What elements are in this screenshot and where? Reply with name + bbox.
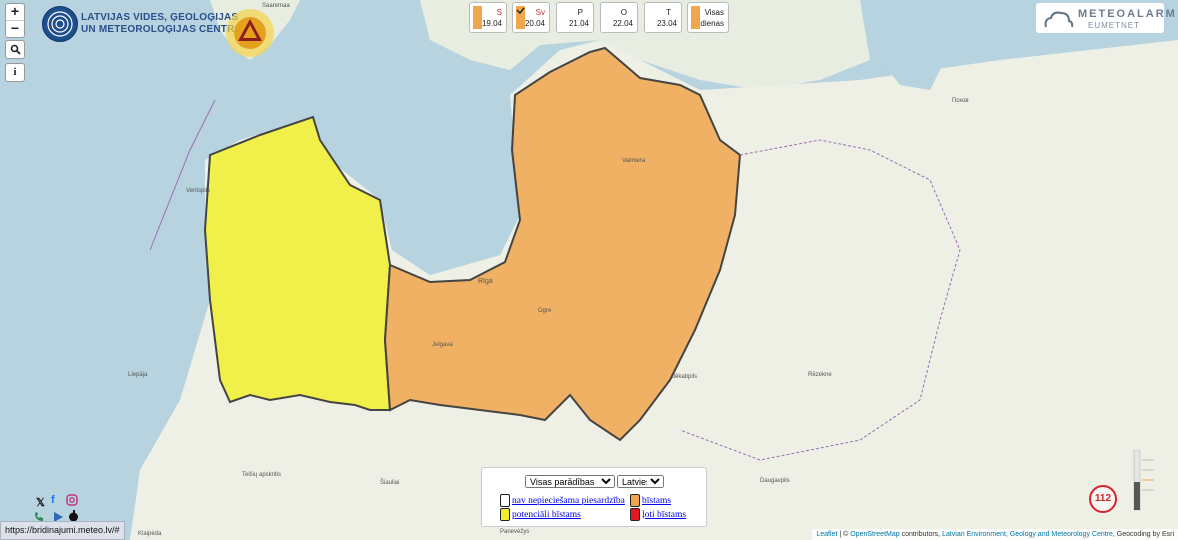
map-label-valmiera: Valmiera bbox=[622, 158, 646, 164]
map-label-jekabpils: Jēkabpils bbox=[672, 374, 698, 380]
instagram-icon[interactable] bbox=[66, 494, 78, 509]
day-button-1[interactable]: S 19.04 bbox=[469, 2, 507, 33]
legend-item-potential[interactable]: potenciāli bīstams bbox=[500, 508, 581, 521]
map-label-ventspils: Ventspils bbox=[186, 188, 211, 194]
osm-link[interactable]: OpenStreetMap bbox=[850, 531, 899, 538]
legend-link-none[interactable]: nav nepieciešama piesardzība bbox=[512, 496, 625, 506]
map-attribution: Leaflet | © OpenStreetMap contributors, … bbox=[812, 529, 1178, 540]
meteoalarm-logo[interactable]: METEOALARM EUMETNET bbox=[1036, 3, 1175, 33]
day-4-abbr: O bbox=[620, 8, 627, 17]
search-icon bbox=[10, 44, 21, 55]
day-2-color-bar bbox=[516, 6, 525, 29]
map-label-klaipeda: Klaipėda bbox=[138, 531, 162, 537]
attribution-geocoding: Geocoding by Esri bbox=[1116, 531, 1174, 538]
day-1-date: 19.04 bbox=[481, 19, 502, 28]
phenomenon-filter-select[interactable]: Visas parādības bbox=[525, 475, 615, 488]
zoom-control: + − bbox=[5, 3, 25, 38]
day-all-line2: dienas bbox=[700, 19, 724, 28]
map-label-jelgava: Jelgava bbox=[432, 342, 453, 348]
legend-item-none[interactable]: nav nepieciešama piesardzība bbox=[500, 494, 625, 507]
legend-item-very-dangerous[interactable]: ļoti bīstams bbox=[630, 508, 686, 521]
info-button[interactable]: i bbox=[5, 63, 25, 82]
legend-item-dangerous[interactable]: bīstams bbox=[630, 494, 671, 507]
lvgmc-logo-icon bbox=[47, 11, 73, 37]
day-2-abbr: Sv bbox=[535, 8, 545, 17]
day-5-abbr: T bbox=[666, 8, 671, 17]
day-button-5[interactable]: T 23.04 bbox=[644, 2, 682, 33]
day-all-line1: Visas bbox=[704, 8, 724, 17]
org-name-line1: LATVIJAS VIDES, ĢEOLOĢIJAS bbox=[81, 12, 239, 23]
zoom-in-button[interactable]: + bbox=[6, 4, 24, 20]
legend-link-dangerous[interactable]: bīstams bbox=[642, 496, 671, 506]
leaflet-link[interactable]: Leaflet bbox=[816, 531, 837, 538]
meteoalarm-title: METEOALARM bbox=[1078, 8, 1177, 20]
day-4-date: 22.04 bbox=[612, 19, 633, 28]
org-name-line2: UN METEOROLOĢIJAS CENTRS bbox=[81, 24, 242, 35]
day-5-date: 23.04 bbox=[656, 19, 677, 28]
civil-protection-emblem-icon bbox=[226, 9, 274, 57]
precipitation-scale-bar bbox=[1133, 450, 1154, 511]
day-button-2[interactable]: Sv 20.04 bbox=[512, 2, 550, 33]
cloud-icon bbox=[1044, 11, 1074, 28]
day-2-date: 20.04 bbox=[524, 19, 545, 28]
org-name: LATVIJAS VIDES, ĢEOLOĢIJAS UN METEOROLOĢ… bbox=[81, 12, 241, 36]
map-label-pskov: Псков bbox=[952, 98, 969, 104]
status-url: https://bridinajumi.meteo.lv/# bbox=[0, 521, 125, 540]
day-1-color-bar bbox=[473, 6, 482, 29]
day-1-abbr: S bbox=[496, 8, 502, 17]
language-select[interactable]: Latviešu bbox=[617, 475, 664, 488]
map-label-rezekne: Rēzekne bbox=[808, 372, 832, 378]
day-3-abbr: P bbox=[577, 8, 583, 17]
map-label-panevezys: Panevėžys bbox=[500, 529, 530, 535]
map-label-riga: Rīga bbox=[478, 278, 493, 285]
legend-swatch-yellow bbox=[500, 508, 510, 521]
zoom-out-button[interactable]: − bbox=[6, 20, 24, 37]
legend-swatch-orange bbox=[630, 494, 640, 507]
map-label-liepaja: Liepāja bbox=[128, 372, 148, 378]
legend-swatch-white bbox=[500, 494, 510, 507]
map-label-siauliai: Šiauliai bbox=[380, 480, 400, 486]
map-canvas[interactable] bbox=[0, 0, 1178, 540]
instagram-icon-svg bbox=[66, 494, 78, 506]
day-button-3[interactable]: P 21.04 bbox=[556, 2, 594, 33]
map-label-daugavpils: Daugavpils bbox=[760, 478, 790, 484]
lvgmc-logo[interactable] bbox=[42, 6, 78, 42]
facebook-icon[interactable]: f bbox=[51, 494, 55, 506]
info-icon: i bbox=[13, 66, 17, 78]
search-button[interactable] bbox=[5, 40, 25, 59]
legend-panel: Visas parādības Latviešu nav nepieciešam… bbox=[481, 467, 707, 527]
legend-link-potential[interactable]: potenciāli bīstams bbox=[512, 510, 581, 520]
day-all-color-bar bbox=[691, 6, 700, 29]
attribution-contributors: contributors, bbox=[901, 531, 941, 538]
legend-link-very-dangerous[interactable]: ļoti bīstams bbox=[642, 510, 686, 520]
map-label-ogre: Ogre bbox=[538, 308, 552, 314]
map-label-telsiu: Telšių apskritis bbox=[242, 472, 282, 478]
day-button-all[interactable]: Visas dienas bbox=[687, 2, 729, 33]
checkmark-icon bbox=[516, 7, 525, 15]
lvgmc-link[interactable]: Latvian Environment, Geology and Meteoro… bbox=[942, 531, 1113, 538]
emergency-112-badge[interactable]: 112 bbox=[1089, 485, 1117, 513]
meteoalarm-subtitle: EUMETNET bbox=[1088, 21, 1140, 30]
day-3-date: 21.04 bbox=[568, 19, 589, 28]
day-button-4[interactable]: O 22.04 bbox=[600, 2, 638, 33]
x-icon[interactable]: 𝕏 bbox=[36, 496, 45, 509]
legend-swatch-red bbox=[630, 508, 640, 521]
